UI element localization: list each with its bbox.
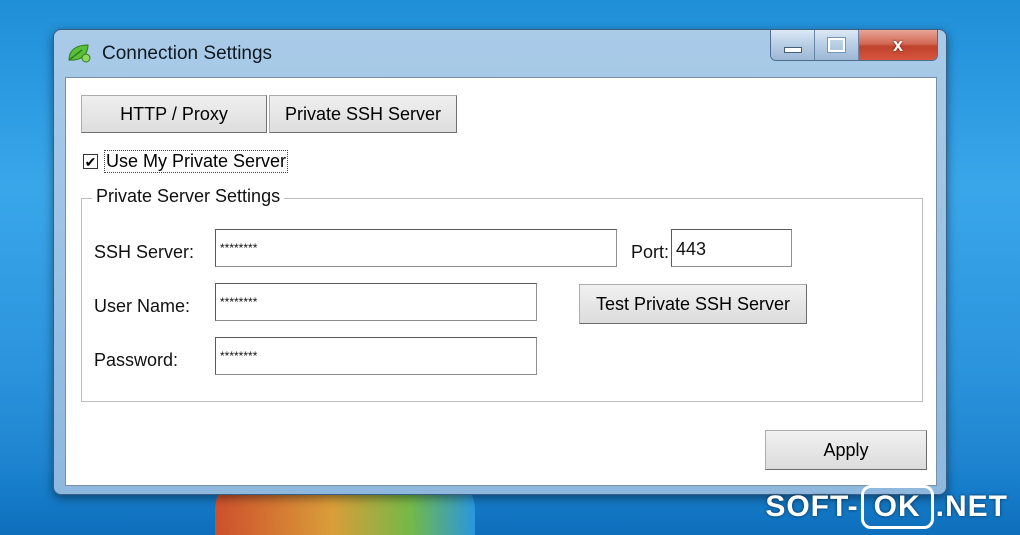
- tab-http-proxy[interactable]: HTTP / Proxy: [81, 95, 267, 133]
- minimize-icon: [783, 47, 802, 53]
- watermark-right: .NET: [935, 490, 1008, 523]
- checkmark-icon: ✔: [84, 153, 97, 170]
- connection-settings-window: Connection Settings x HTTP / Proxy Priva…: [53, 29, 947, 495]
- group-title: Private Server Settings: [92, 186, 285, 207]
- port-input[interactable]: [671, 229, 792, 267]
- apply-button[interactable]: Apply: [765, 430, 927, 470]
- watermark-left: SOFT-: [765, 490, 859, 523]
- close-button[interactable]: x: [859, 30, 937, 60]
- tab-private-ssh-server[interactable]: Private SSH Server: [269, 95, 457, 133]
- password-input[interactable]: [215, 337, 537, 375]
- ssh-server-label: SSH Server:: [94, 242, 195, 262]
- maximize-button[interactable]: [815, 30, 859, 60]
- minimize-button[interactable]: [771, 30, 815, 60]
- use-private-server-row[interactable]: ✔ Use My Private Server: [83, 150, 289, 173]
- window-title: Connection Settings: [102, 43, 273, 64]
- port-label: Port:: [631, 242, 670, 262]
- watermark-box: OK: [860, 485, 934, 529]
- use-private-server-checkbox[interactable]: ✔: [83, 154, 98, 169]
- test-private-ssh-server-button[interactable]: Test Private SSH Server: [579, 284, 807, 324]
- private-server-settings-group: Private Server Settings SSH Server: Port…: [81, 186, 923, 402]
- user-name-label: User Name:: [94, 296, 191, 316]
- ssh-server-input[interactable]: [215, 229, 617, 267]
- site-watermark: SOFT- OK .NET: [765, 485, 1008, 529]
- use-private-server-label[interactable]: Use My Private Server: [104, 150, 289, 173]
- password-label: Password:: [94, 350, 179, 370]
- app-leaf-icon: [68, 44, 91, 63]
- close-icon: x: [892, 34, 903, 55]
- maximize-icon: [827, 37, 846, 53]
- caption-buttons: x: [770, 30, 938, 61]
- user-name-input[interactable]: [215, 283, 537, 321]
- dialog-client-area: HTTP / Proxy Private SSH Server ✔ Use My…: [65, 77, 937, 486]
